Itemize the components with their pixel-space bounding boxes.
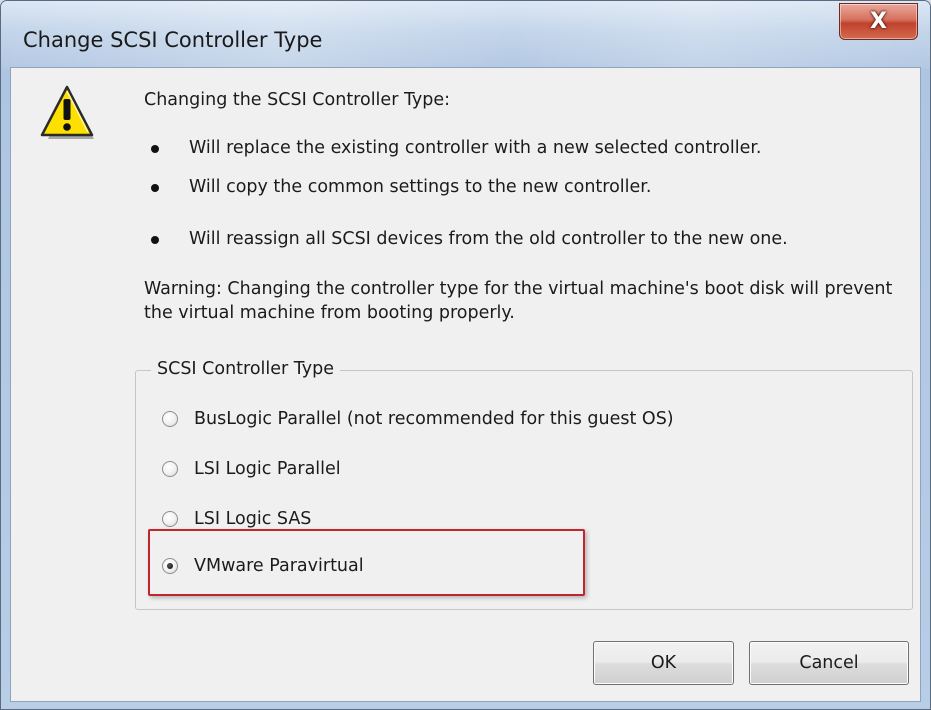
radio-button-checked[interactable] (162, 558, 178, 574)
radio-button[interactable] (162, 511, 178, 527)
dialog-window: Change SCSI Controller Type X Changing t… (0, 0, 931, 710)
close-button[interactable]: X (839, 3, 918, 40)
warning-triangle-icon (40, 85, 94, 139)
radio-option-lsi-sas[interactable]: LSI Logic SAS (162, 506, 311, 532)
intro-text: Changing the SCSI Controller Type: (144, 90, 451, 110)
radio-label[interactable]: VMware Paravirtual (194, 556, 364, 576)
bullet-text-2: Will copy the common settings to the new… (189, 177, 652, 197)
radio-label[interactable]: BusLogic Parallel (not recommended for t… (194, 409, 674, 429)
radio-button[interactable] (162, 461, 178, 477)
radio-button[interactable] (162, 411, 178, 427)
ok-button[interactable]: OK (593, 641, 734, 685)
radio-label[interactable]: LSI Logic SAS (194, 509, 311, 529)
bullet-dot (151, 236, 159, 244)
bullet-dot (151, 184, 159, 192)
bullet-dot (151, 145, 159, 153)
cancel-button[interactable]: Cancel (749, 641, 909, 685)
radio-option-lsi-parallel[interactable]: LSI Logic Parallel (162, 456, 341, 482)
radio-option-vmware-paravirtual[interactable]: VMware Paravirtual (162, 553, 364, 579)
dialog-body: Changing the SCSI Controller Type: Will … (10, 67, 921, 702)
bullet-text-3: Will reassign all SCSI devices from the … (189, 229, 788, 249)
title-bar[interactable]: Change SCSI Controller Type X (1, 1, 930, 69)
bullet-text-1: Will replace the existing controller wit… (189, 138, 762, 158)
radio-label[interactable]: LSI Logic Parallel (194, 459, 341, 479)
groupbox-legend: SCSI Controller Type (151, 359, 340, 379)
warning-text: Warning: Changing the controller type fo… (144, 279, 893, 323)
dialog-title: Change SCSI Controller Type (23, 28, 323, 52)
close-icon: X (870, 9, 887, 34)
radio-option-buslogic[interactable]: BusLogic Parallel (not recommended for t… (162, 406, 674, 432)
